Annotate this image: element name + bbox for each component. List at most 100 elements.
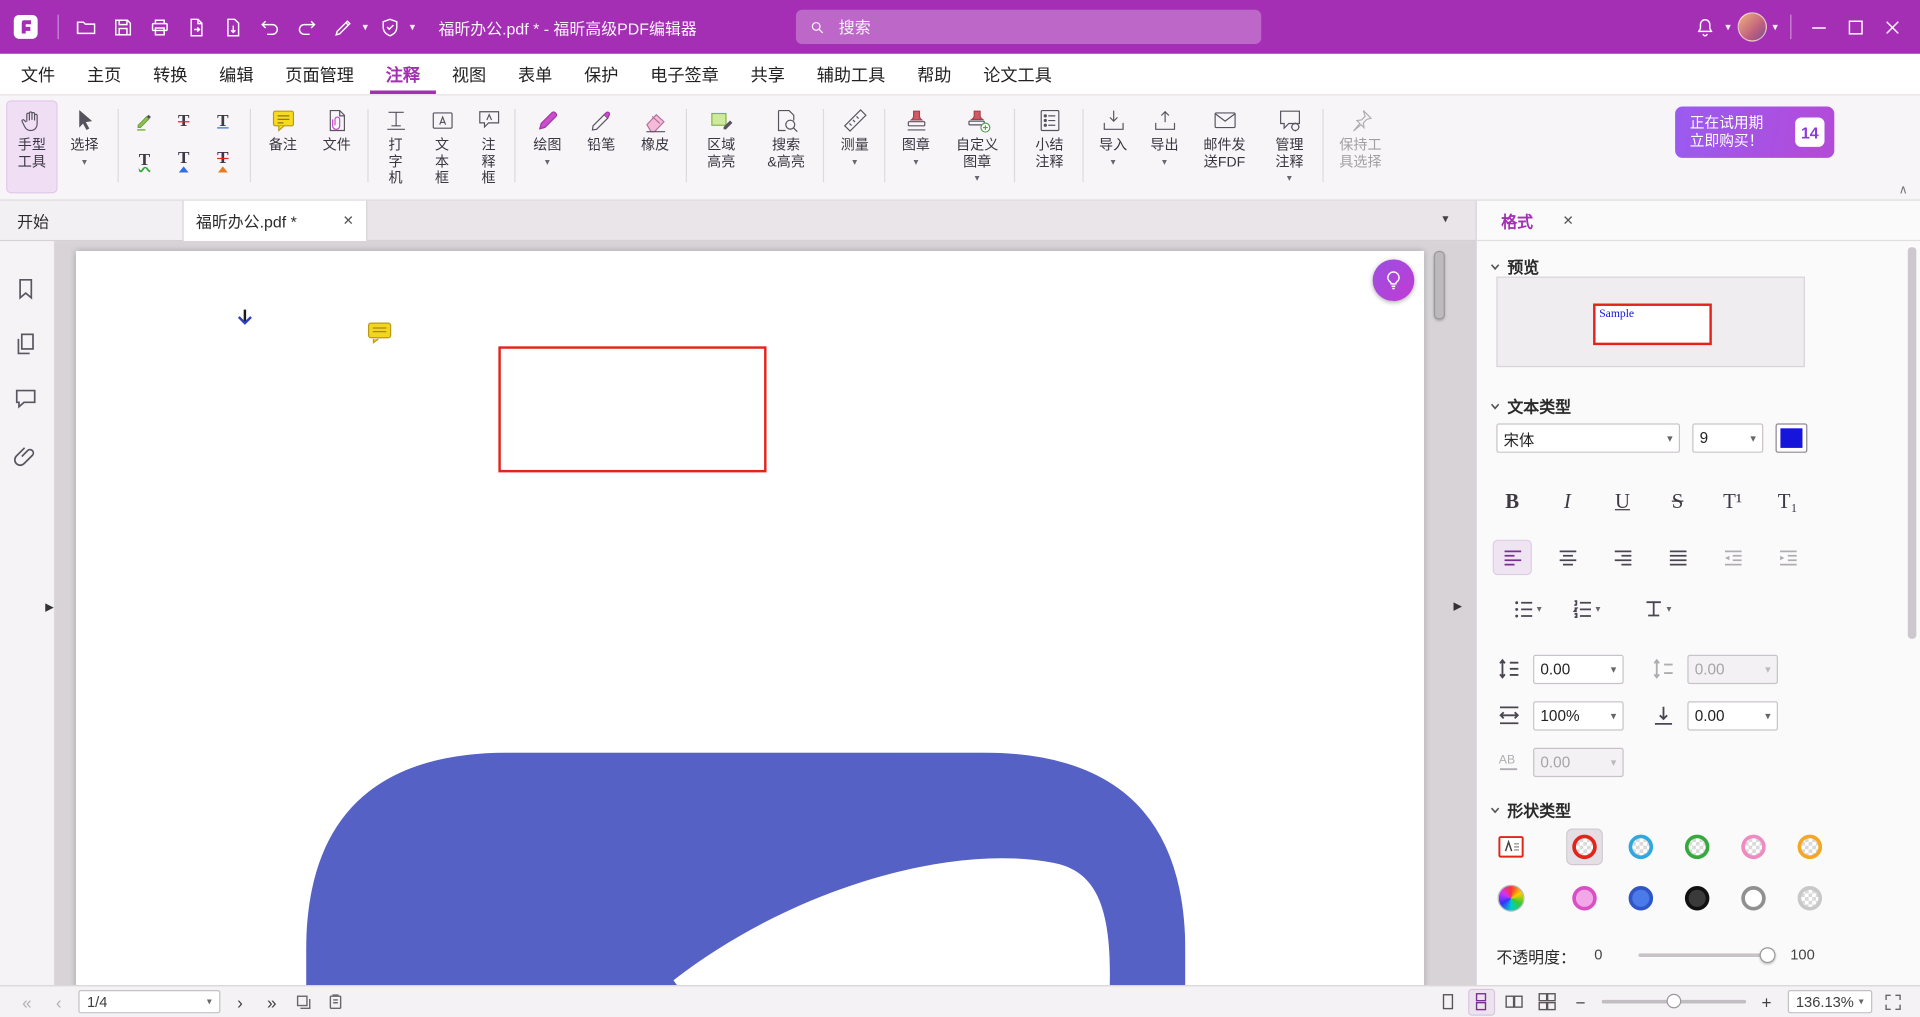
shape-color-red[interactable] bbox=[1567, 830, 1601, 864]
line-spacing-input[interactable]: 0.00▾ bbox=[1533, 655, 1624, 684]
account-button[interactable] bbox=[1734, 9, 1771, 46]
save-button[interactable] bbox=[104, 9, 141, 46]
subscript-button[interactable]: T₁ bbox=[1769, 485, 1806, 518]
textbox-style-button[interactable] bbox=[1494, 830, 1528, 864]
open-file-button[interactable] bbox=[67, 9, 104, 46]
underline-button[interactable]: U bbox=[1604, 485, 1641, 518]
tool-area-highlight[interactable]: 区域 高亮 bbox=[693, 102, 749, 193]
redo-button[interactable] bbox=[288, 9, 325, 46]
menu-page-management[interactable]: 页面管理 bbox=[269, 54, 369, 94]
tab-list-caret[interactable]: ▾ bbox=[1442, 213, 1448, 226]
tool-typewriter[interactable]: 打 字 机 bbox=[375, 102, 417, 193]
font-size-select[interactable]: 9▾ bbox=[1692, 423, 1763, 452]
search-box[interactable] bbox=[796, 10, 1261, 44]
tool-stamp[interactable]: 图章 ▾ bbox=[891, 102, 940, 193]
increase-indent-button[interactable] bbox=[1769, 541, 1806, 574]
bookmarks-panel-button[interactable] bbox=[12, 275, 41, 304]
sign-tool-button[interactable] bbox=[324, 9, 361, 46]
panel-title[interactable]: 格式 bbox=[1501, 209, 1533, 232]
tool-export-comments[interactable]: 导出 ▾ bbox=[1141, 102, 1188, 193]
bold-button[interactable]: B bbox=[1494, 485, 1531, 518]
tool-replace-text[interactable]: T bbox=[206, 144, 240, 176]
tool-insert-text[interactable]: T bbox=[167, 144, 201, 176]
numbered-list-button[interactable]: ▾ bbox=[1562, 592, 1609, 625]
tab-document[interactable]: 福昕办公.pdf * ✕ bbox=[184, 201, 368, 241]
menu-comment[interactable]: 注释 bbox=[370, 54, 436, 94]
tool-hand[interactable]: 手型 工具 bbox=[7, 102, 56, 193]
preview-section-header[interactable]: 预览 bbox=[1489, 255, 1539, 278]
tool-underline-text[interactable]: T bbox=[206, 105, 240, 137]
tool-highlight-text[interactable] bbox=[127, 105, 161, 137]
menu-view[interactable]: 视图 bbox=[436, 54, 502, 94]
opacity-slider-thumb[interactable] bbox=[1760, 947, 1776, 963]
menu-esign[interactable]: 电子签章 bbox=[634, 54, 734, 94]
pages-panel-button[interactable] bbox=[12, 330, 41, 359]
snapshot-button[interactable] bbox=[291, 991, 315, 1013]
close-panel-icon[interactable]: ✕ bbox=[1562, 212, 1573, 228]
menu-form[interactable]: 表单 bbox=[502, 54, 568, 94]
text-type-section-header[interactable]: 文本类型 bbox=[1489, 394, 1571, 417]
baseline-offset-input[interactable]: 0.00▾ bbox=[1687, 701, 1778, 730]
export-pdf-button[interactable] bbox=[178, 9, 215, 46]
shape-color-magenta[interactable] bbox=[1567, 881, 1601, 915]
menu-share[interactable]: 共享 bbox=[735, 54, 801, 94]
decrease-indent-button[interactable] bbox=[1714, 541, 1751, 574]
align-right-button[interactable] bbox=[1604, 541, 1641, 574]
color-wheel-button[interactable] bbox=[1494, 881, 1528, 915]
dropdown-caret[interactable]: ▾ bbox=[1725, 20, 1731, 33]
tool-drawing[interactable]: 绘图 ▾ bbox=[522, 102, 573, 193]
shape-color-orange[interactable] bbox=[1793, 830, 1827, 864]
tool-strikeout-text[interactable]: T bbox=[167, 105, 201, 137]
maximize-button[interactable] bbox=[1837, 9, 1874, 46]
menu-convert[interactable]: 转换 bbox=[137, 54, 203, 94]
text-direction-button[interactable]: ▾ bbox=[1633, 592, 1680, 625]
close-window-button[interactable] bbox=[1873, 9, 1910, 46]
fullscreen-button[interactable] bbox=[1881, 991, 1905, 1013]
attachments-panel-button[interactable] bbox=[12, 443, 41, 472]
align-justify-button[interactable] bbox=[1659, 541, 1696, 574]
superscript-button[interactable]: T¹ bbox=[1714, 485, 1751, 518]
expand-left-panel-handle[interactable]: ▶ bbox=[45, 601, 53, 614]
page-number-input[interactable]: 1/4 ▾ bbox=[78, 990, 220, 1013]
shape-color-cyan[interactable] bbox=[1624, 830, 1658, 864]
scrollbar-thumb[interactable] bbox=[1908, 247, 1917, 639]
tool-custom-stamp[interactable]: 自定义 图章 ▾ bbox=[945, 102, 1009, 193]
tool-squiggly-underline[interactable]: T bbox=[127, 144, 161, 176]
menu-paper-tools[interactable]: 论文工具 bbox=[967, 54, 1067, 94]
zoom-slider[interactable] bbox=[1601, 1000, 1745, 1004]
menu-home[interactable]: 主页 bbox=[71, 54, 137, 94]
textbox-annotation[interactable] bbox=[498, 346, 766, 472]
zoom-slider-thumb[interactable] bbox=[1666, 994, 1681, 1009]
facing-continuous-view-button[interactable] bbox=[1535, 989, 1559, 1013]
tool-note[interactable]: 备注 bbox=[257, 102, 308, 193]
tool-callout[interactable]: 注 释 框 bbox=[468, 102, 510, 193]
shape-color-green[interactable] bbox=[1680, 830, 1714, 864]
menu-file[interactable]: 文件 bbox=[5, 54, 71, 94]
bullet-list-button[interactable]: ▾ bbox=[1504, 592, 1551, 625]
tool-import-comments[interactable]: 导入 ▾ bbox=[1090, 102, 1137, 193]
tool-manage-comments[interactable]: 管理 注释 ▾ bbox=[1261, 102, 1317, 193]
tool-select[interactable]: 选择 ▾ bbox=[61, 102, 108, 193]
shape-color-transparent[interactable] bbox=[1793, 881, 1827, 915]
minimize-button[interactable] bbox=[1800, 9, 1837, 46]
protect-status-button[interactable] bbox=[372, 9, 409, 46]
shape-color-black[interactable] bbox=[1680, 881, 1714, 915]
last-page-button[interactable]: » bbox=[260, 992, 284, 1012]
font-family-select[interactable]: 宋体▾ bbox=[1496, 423, 1680, 452]
canvas-vertical-scrollbar[interactable] bbox=[1434, 251, 1445, 975]
previous-page-button[interactable]: ‹ bbox=[47, 992, 71, 1012]
menu-accessibility[interactable]: 辅助工具 bbox=[801, 54, 901, 94]
opacity-slider[interactable] bbox=[1638, 953, 1775, 957]
tool-summarize-comments[interactable]: 小结 注释 bbox=[1021, 102, 1077, 193]
shape-color-pink[interactable] bbox=[1736, 830, 1770, 864]
next-page-button[interactable]: › bbox=[228, 992, 252, 1012]
shape-color-blue[interactable] bbox=[1624, 881, 1658, 915]
clipboard-button[interactable] bbox=[323, 991, 347, 1013]
shape-type-section-header[interactable]: 形状类型 bbox=[1489, 798, 1571, 821]
dropdown-caret[interactable]: ▾ bbox=[362, 20, 368, 33]
scrollbar-thumb[interactable] bbox=[1434, 251, 1445, 320]
continuous-view-button[interactable] bbox=[1469, 989, 1493, 1013]
print-button[interactable] bbox=[141, 9, 178, 46]
strikethrough-button[interactable]: S bbox=[1659, 485, 1696, 518]
tool-pencil[interactable]: 铅笔 bbox=[578, 102, 625, 193]
